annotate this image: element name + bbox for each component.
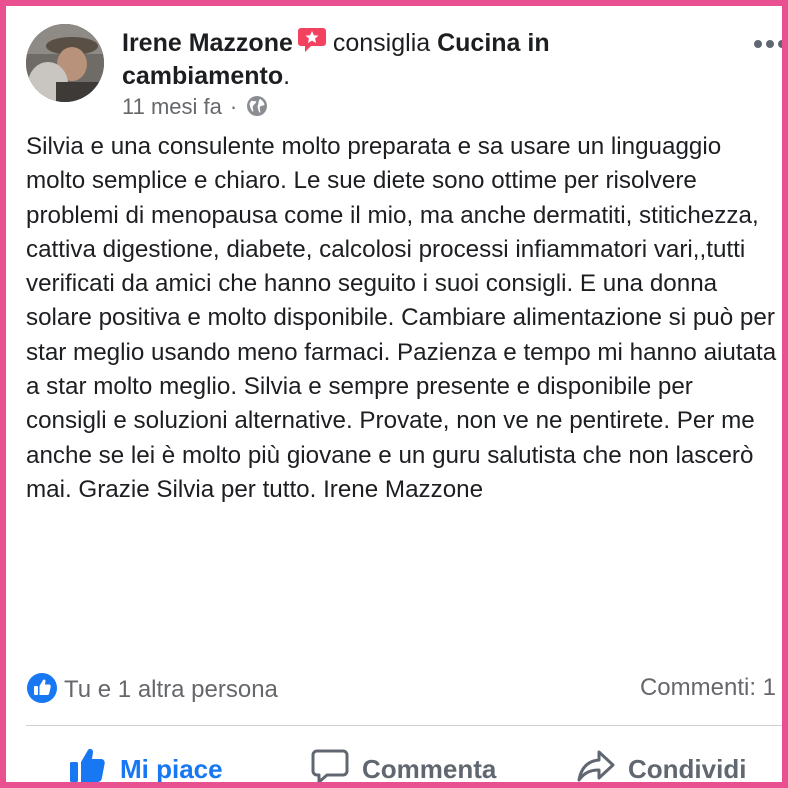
share-button[interactable]: Condividi bbox=[576, 746, 747, 784]
thumbs-up-icon bbox=[70, 748, 105, 782]
share-arrow-icon bbox=[577, 750, 615, 782]
reaction-text: Tu e 1 altra persona bbox=[64, 676, 278, 703]
timestamp[interactable]: 11 mesi fa bbox=[122, 94, 222, 119]
like-button[interactable]: Mi piace bbox=[68, 746, 223, 784]
comment-label: Commenta bbox=[362, 754, 497, 784]
recommend-verb: consiglia bbox=[332, 29, 431, 57]
speech-bubble-star-icon bbox=[297, 26, 327, 61]
speech-bubble-icon bbox=[311, 749, 349, 782]
avatar[interactable] bbox=[26, 24, 104, 102]
reaction-summary[interactable]: Tu e 1 altra persona bbox=[26, 672, 278, 706]
divider bbox=[26, 725, 782, 726]
globe-icon[interactable] bbox=[245, 94, 269, 118]
post-header: Irene Mazzone consiglia Cucina in cambiam… bbox=[122, 26, 722, 91]
comments-count[interactable]: Commenti: 1 bbox=[640, 672, 776, 704]
avatar-photo bbox=[26, 24, 104, 102]
share-label: Condividi bbox=[628, 754, 747, 784]
post-card: Irene Mazzone consiglia Cucina in cambiam… bbox=[0, 0, 788, 788]
author-name[interactable]: Irene Mazzone bbox=[122, 29, 293, 57]
thumbs-up-reaction-icon bbox=[27, 673, 57, 703]
more-options-icon[interactable] bbox=[752, 36, 782, 52]
post-meta: 11 mesi fa · bbox=[122, 92, 269, 122]
comment-button[interactable]: Commenta bbox=[310, 746, 497, 784]
post-text: Silvia e una consulente molto preparata … bbox=[26, 133, 777, 503]
meta-separator: · bbox=[229, 94, 238, 119]
like-label: Mi piace bbox=[120, 754, 223, 784]
header-period: . bbox=[283, 62, 291, 90]
